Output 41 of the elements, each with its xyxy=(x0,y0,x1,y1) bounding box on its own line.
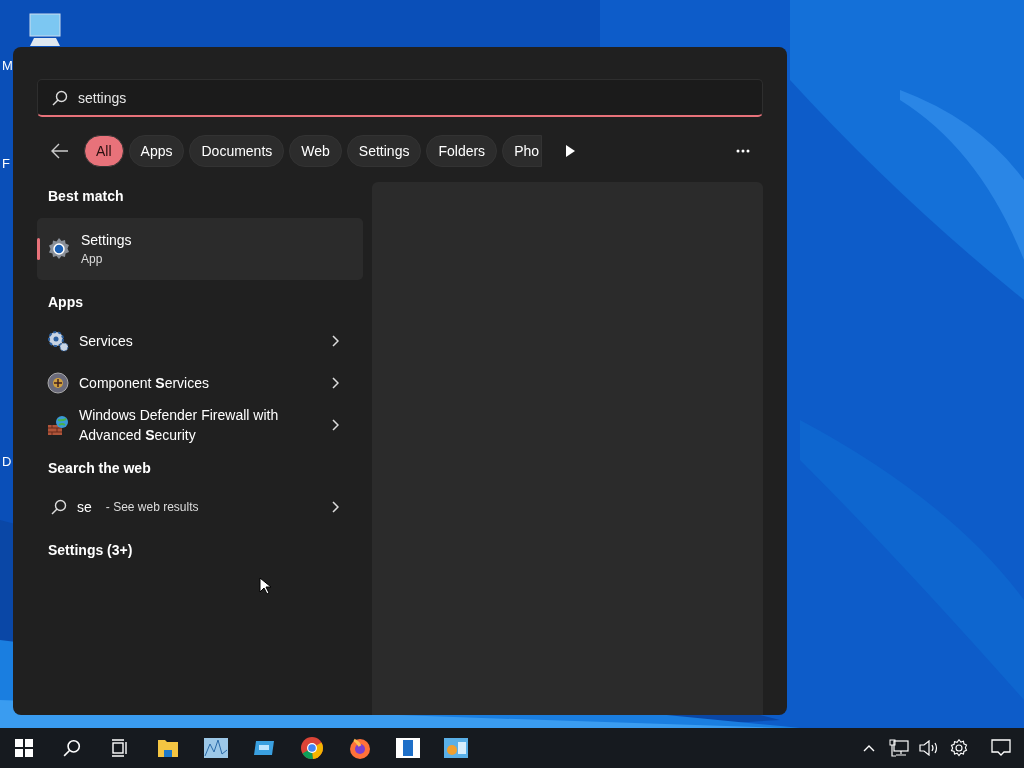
search-icon xyxy=(51,499,67,515)
section-heading: Search the web xyxy=(48,460,152,476)
chevron-right-icon xyxy=(331,419,339,431)
app-result[interactable]: Component Services xyxy=(37,362,363,404)
web-query: se xyxy=(77,499,92,515)
desktop-icon-label: M xyxy=(2,58,13,73)
result-subtitle: App xyxy=(81,252,104,266)
chevron-right-icon xyxy=(331,501,339,513)
component-icon xyxy=(47,372,69,394)
result-title: Settings xyxy=(81,232,132,248)
filter-tab[interactable]: Apps xyxy=(128,135,185,167)
computer-icon[interactable] xyxy=(28,12,62,48)
section-heading: Apps xyxy=(48,294,84,310)
filter-tab[interactable]: All xyxy=(84,135,124,167)
firewall-icon xyxy=(47,414,69,436)
result-label: Windows Defender Firewall with Advanced Security xyxy=(79,406,280,445)
desktop-icon-label: F xyxy=(2,156,10,171)
chevron-right-icon xyxy=(331,335,339,347)
app-result[interactable]: Windows Defender Firewall with Advanced Security xyxy=(37,404,363,446)
search-field[interactable]: settings xyxy=(37,79,763,117)
back-arrow-icon[interactable] xyxy=(51,143,69,159)
result-label: Component Services xyxy=(79,374,210,393)
desktop-icon-label: D xyxy=(2,454,12,469)
web-hint: - See web results xyxy=(105,500,200,514)
section-heading: Settings (3+) xyxy=(48,542,134,558)
play-icon[interactable] xyxy=(565,145,576,157)
mouse-cursor-icon xyxy=(259,577,271,595)
more-options-icon[interactable] xyxy=(736,149,751,153)
section-heading: Best match xyxy=(48,188,125,204)
best-match-item[interactable]: Settings App xyxy=(37,218,363,280)
filter-tab[interactable]: Documents xyxy=(189,135,285,167)
app-result[interactable]: Services xyxy=(37,320,363,362)
result-label: Services xyxy=(79,332,134,351)
filter-tab[interactable]: Web xyxy=(289,135,342,167)
chevron-right-icon xyxy=(331,377,339,389)
web-result[interactable]: se - See web results xyxy=(37,486,363,528)
filter-tab[interactable]: Pho xyxy=(502,135,543,167)
filter-tab[interactable]: Folders xyxy=(426,135,498,167)
gear-icon xyxy=(47,237,71,261)
gears-icon xyxy=(47,330,69,352)
filter-tab[interactable]: Settings xyxy=(346,135,422,167)
